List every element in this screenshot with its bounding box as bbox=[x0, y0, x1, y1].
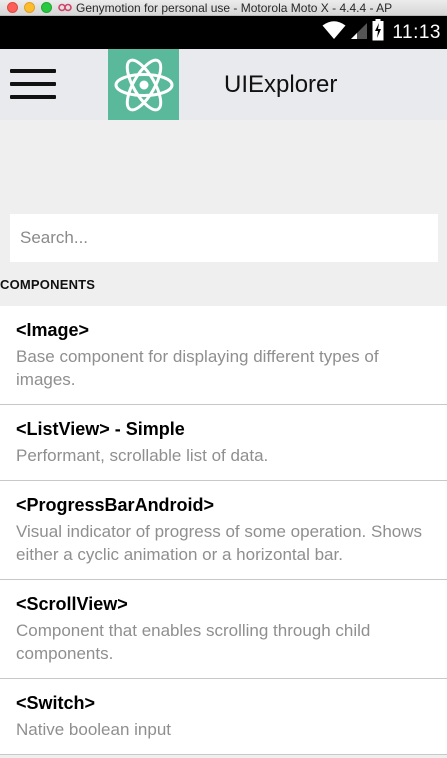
window-title: Genymotion for personal use - Motorola M… bbox=[76, 0, 393, 15]
toolbar-title: UIExplorer bbox=[224, 71, 338, 98]
react-atom-icon bbox=[108, 49, 179, 120]
list-item-title: <ScrollView> bbox=[16, 594, 128, 614]
app-toolbar: UIExplorer bbox=[0, 49, 447, 120]
window-controls bbox=[7, 2, 52, 13]
window-close-button[interactable] bbox=[7, 2, 18, 13]
list-item[interactable]: <ListView> - Simple Performant, scrollab… bbox=[0, 405, 447, 481]
list-item-title: <ListView> - Simple bbox=[16, 419, 185, 439]
components-list: <Image> Base component for displaying di… bbox=[0, 306, 447, 755]
list-item-description: Native boolean input bbox=[16, 720, 172, 739]
list-item-description: Visual indicator of progress of some ope… bbox=[16, 522, 423, 564]
list-item[interactable]: <Image> Base component for displaying di… bbox=[0, 306, 447, 405]
list-item[interactable]: <Switch> Native boolean input bbox=[0, 679, 447, 755]
search-input[interactable] bbox=[10, 214, 438, 262]
list-item-description: Component that enables scrolling through… bbox=[16, 621, 371, 663]
status-time: 11:13 bbox=[392, 21, 441, 43]
list-item-title: <ProgressBarAndroid> bbox=[16, 495, 215, 515]
list-item-title: <Switch> bbox=[16, 693, 96, 713]
wifi-icon bbox=[322, 20, 346, 45]
list-item-description: Base component for displaying different … bbox=[16, 347, 379, 389]
hamburger-menu-icon[interactable] bbox=[10, 69, 56, 101]
list-item-description: Performant, scrollable list of data. bbox=[16, 446, 269, 465]
section-header-components: COMPONENTS bbox=[0, 277, 96, 292]
battery-charging-icon bbox=[372, 19, 384, 46]
window-maximize-button[interactable] bbox=[41, 2, 52, 13]
list-item[interactable]: <ScrollView> Component that enables scro… bbox=[0, 580, 447, 679]
list-item-title: <Image> bbox=[16, 320, 90, 340]
window-titlebar: Genymotion for personal use - Motorola M… bbox=[0, 0, 447, 16]
genymotion-icon bbox=[58, 3, 72, 12]
status-bar: 11:13 bbox=[0, 16, 447, 49]
list-item[interactable]: <ProgressBarAndroid> Visual indicator of… bbox=[0, 481, 447, 580]
window-minimize-button[interactable] bbox=[24, 2, 35, 13]
signal-icon bbox=[350, 20, 368, 45]
